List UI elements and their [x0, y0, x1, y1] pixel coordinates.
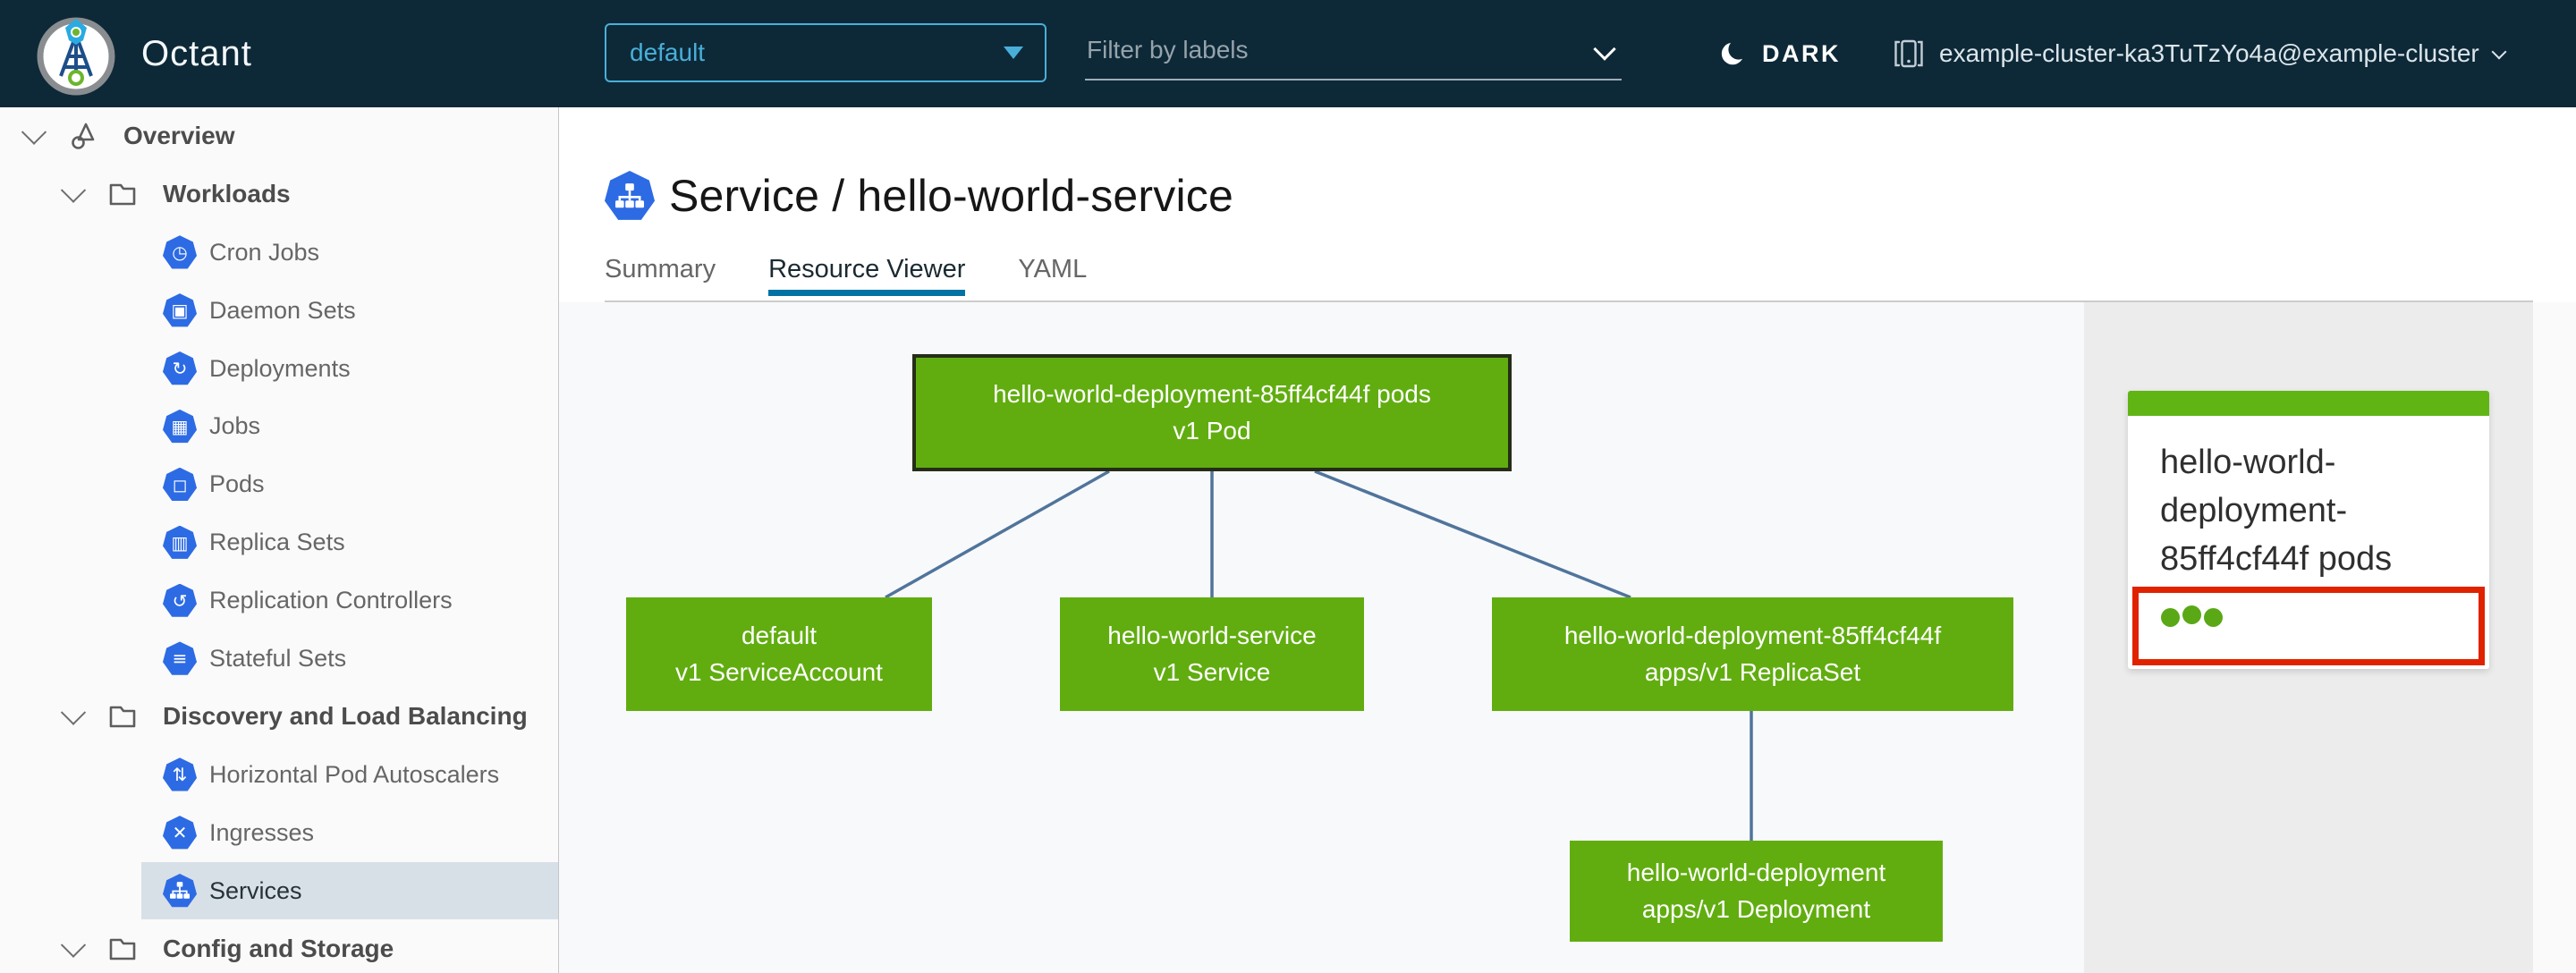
caret-down-icon: [1004, 47, 1023, 59]
sidebar-item-label: Ingresses: [209, 818, 315, 846]
jobs-icon: ▦: [163, 409, 197, 444]
octant-app: Octant default DARK example-cluster-ka3T…: [0, 0, 2576, 973]
sidebar-item-label: Stateful Sets: [209, 644, 347, 672]
chevron-down-icon: [2491, 44, 2507, 60]
graph-node-serviceaccount[interactable]: default v1 ServiceAccount: [626, 597, 932, 711]
sidebar-item-label: Jobs: [209, 412, 261, 440]
sidebar-item-label: Discovery and Load Balancing: [163, 702, 528, 731]
sidebar-item-horizontal-pod-autoscalers[interactable]: ⇅ Horizontal Pod Autoscalers: [0, 746, 558, 804]
graph-node-service[interactable]: hello-world-service v1 Service: [1060, 597, 1364, 711]
selected-node-card[interactable]: hello-world-deployment-85ff4cf44f pods: [2128, 391, 2489, 669]
horizontal-pod-autoscalers-icon: ⇅: [163, 757, 197, 791]
tab-yaml[interactable]: YAML: [1018, 255, 1087, 296]
sidebar-item-label: Pods: [209, 470, 265, 498]
node-kind: v1 Service: [1153, 657, 1271, 686]
octant-logo-icon: [34, 12, 118, 96]
chevron-down-icon[interactable]: [21, 120, 47, 146]
sidebar-item-config-and-storage[interactable]: Config and Storage: [0, 919, 558, 973]
theme-toggle-label: DARK: [1762, 39, 1841, 67]
tab-summary[interactable]: Summary: [605, 255, 716, 296]
chevron-down-icon[interactable]: [1593, 38, 1616, 61]
sidebar-item-label: Replica Sets: [209, 529, 345, 556]
sidebar-item-deployments[interactable]: ↻ Deployments: [0, 340, 558, 398]
overview-icon: [66, 119, 100, 153]
label-filter: [1085, 27, 1622, 80]
services-icon: [163, 874, 197, 908]
sidebar-item-cron-jobs[interactable]: ◷ Cron Jobs: [0, 224, 558, 282]
node-name: hello-world-service: [1107, 621, 1317, 649]
node-name: hello-world-deployment-85ff4cf44f: [1563, 621, 1942, 649]
sidebar-item-discovery-and-load-balancing[interactable]: Discovery and Load Balancing: [0, 688, 558, 746]
node-name: default: [741, 621, 818, 649]
graph-node-pod[interactable]: hello-world-deployment-85ff4cf44f pods v…: [912, 354, 1512, 471]
node-name: hello-world-deployment-85ff4cf44f pods: [993, 379, 1431, 408]
sidebar-item-jobs[interactable]: ▦ Jobs: [0, 397, 558, 455]
detail-panel: hello-world-deployment-85ff4cf44f pods: [2084, 302, 2533, 973]
sidebar-item-services[interactable]: Services: [0, 861, 558, 920]
folder-icon: [106, 699, 140, 733]
sidebar-item-stateful-sets[interactable]: ≡ Stateful Sets: [0, 630, 558, 688]
sidebar: Overview Workloads ◷ Cron Jobs ▣ Daemon …: [0, 107, 559, 973]
chevron-down-icon[interactable]: [60, 932, 87, 958]
sidebar-item-label: Overview: [123, 122, 235, 150]
daemon-sets-icon: ▣: [163, 293, 197, 327]
sidebar-item-replication-controllers[interactable]: ↺ Replication Controllers: [0, 571, 558, 630]
sidebar-item-ingresses[interactable]: ✕ Ingresses: [0, 804, 558, 862]
app-header: Octant default DARK example-cluster-ka3T…: [0, 0, 2576, 107]
filter-input[interactable]: [1085, 36, 1597, 70]
right-margin: [2533, 302, 2576, 973]
pods-icon: ◻: [163, 467, 197, 502]
pod-status-dot: [2182, 605, 2201, 624]
sidebar-item-label: Daemon Sets: [209, 296, 356, 324]
sidebar-item-label: Replication Controllers: [209, 587, 453, 614]
stateful-sets-icon: ≡: [163, 641, 197, 675]
node-kind: apps/v1 ReplicaSet: [1644, 657, 1861, 686]
moon-icon: [1721, 38, 1750, 65]
namespace-select[interactable]: default: [605, 23, 1046, 82]
sidebar-item-daemon-sets[interactable]: ▣ Daemon Sets: [0, 282, 558, 340]
cluster-switcher[interactable]: example-cluster-ka3TuTzYo4a@example-clus…: [1891, 0, 2507, 107]
sidebar-item-label: Horizontal Pod Autoscalers: [209, 760, 500, 788]
card-status-bar: [2128, 391, 2489, 416]
sidebar-item-workloads[interactable]: Workloads: [0, 165, 558, 224]
chevron-down-icon[interactable]: [60, 699, 87, 726]
node-kind: apps/v1 Deployment: [1641, 894, 1871, 923]
graph-node-replicaset[interactable]: hello-world-deployment-85ff4cf44f apps/v…: [1492, 597, 2013, 711]
service-icon: [605, 171, 655, 220]
cluster-name: example-cluster-ka3TuTzYo4a@example-clus…: [1939, 39, 2479, 67]
folder-icon: [106, 177, 140, 211]
cluster-icon: [1894, 39, 1923, 68]
cron-jobs-icon: ◷: [163, 235, 197, 269]
graph-node-deployment[interactable]: hello-world-deployment apps/v1 Deploymen…: [1570, 841, 1943, 942]
node-name: hello-world-deployment: [1626, 858, 1886, 886]
pod-status-highlight: [2132, 587, 2485, 665]
chevron-down-icon[interactable]: [60, 177, 87, 204]
pod-status-dot: [2204, 608, 2223, 627]
sidebar-item-label: Workloads: [163, 180, 291, 208]
replication-controllers-icon: ↺: [163, 583, 197, 617]
pod-status-dot: [2161, 608, 2180, 627]
sidebar-item-label: Cron Jobs: [209, 238, 320, 266]
sidebar-item-replica-sets[interactable]: ▥ Replica Sets: [0, 513, 558, 571]
replica-sets-icon: ▥: [163, 525, 197, 559]
tab-resource-viewer[interactable]: Resource Viewer: [768, 255, 966, 296]
sidebar-item-label: Services: [209, 876, 302, 904]
node-kind: v1 ServiceAccount: [675, 657, 883, 686]
card-title: hello-world-deployment-85ff4cf44f pods: [2160, 444, 2393, 578]
sidebar-item-label: Config and Storage: [163, 934, 394, 962]
deployments-icon: ↻: [163, 351, 197, 385]
sidebar-item-pods[interactable]: ◻ Pods: [0, 455, 558, 513]
theme-toggle-button[interactable]: DARK: [1719, 0, 1841, 107]
app-title: Octant: [141, 33, 252, 73]
ingresses-icon: ✕: [163, 816, 197, 850]
folder-icon: [106, 932, 140, 966]
resource-graph: hello-world-deployment-85ff4cf44f pods v…: [559, 302, 2084, 973]
node-kind: v1 Pod: [1173, 416, 1251, 444]
page-title: Service / hello-world-service: [669, 171, 1233, 221]
namespace-value: default: [630, 38, 706, 66]
sidebar-item-label: Deployments: [209, 354, 351, 382]
sidebar-item-overview[interactable]: Overview: [0, 107, 558, 165]
tab-bar: Summary Resource Viewer YAML: [605, 255, 1087, 296]
